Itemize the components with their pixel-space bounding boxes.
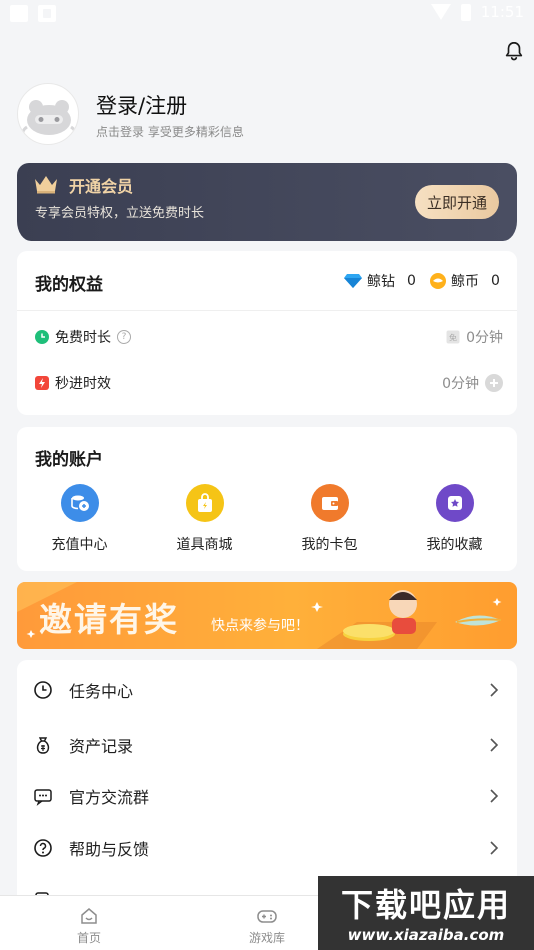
- diamond-icon: [344, 274, 362, 288]
- avatar[interactable]: [17, 83, 79, 145]
- recharge-label: 充值中心: [51, 537, 108, 553]
- free-time-row[interactable]: 免费时长 ? 免 0分钟: [35, 325, 503, 349]
- invite-banner[interactable]: 邀请有奖 快点来参与吧！: [17, 582, 517, 649]
- shop-bag-icon: [185, 484, 224, 522]
- home-icon: [81, 908, 97, 924]
- speed-row[interactable]: 秒进时效 0分钟: [35, 371, 503, 395]
- free-time-badge-icon: 免: [446, 330, 460, 344]
- tab-home[interactable]: 首页: [49, 906, 129, 946]
- asset-records-label: 资产记录: [69, 737, 134, 756]
- notification-icon: [10, 5, 28, 22]
- watermark: 下载吧应用 www.xiazaiba.com: [318, 876, 534, 950]
- free-time-label: 免费时长: [55, 330, 111, 346]
- diamond-stat[interactable]: 鲸钻 0: [343, 271, 416, 291]
- login-register-link[interactable]: 登录/注册: [96, 90, 187, 120]
- help-icon: [34, 839, 52, 857]
- favorites-label: 我的收藏: [426, 537, 483, 553]
- help-feedback-item[interactable]: 帮助与反馈: [17, 822, 517, 874]
- status-right: 11:51: [430, 3, 524, 21]
- card-wallet-button[interactable]: 我的卡包: [267, 484, 392, 554]
- tab-home-label: 首页: [76, 931, 101, 945]
- chevron-right-icon: [490, 841, 499, 855]
- invite-subtitle: 快点来参与吧！: [211, 618, 309, 634]
- favorites-button[interactable]: 我的收藏: [392, 484, 517, 554]
- benefits-title: 我的权益: [35, 275, 103, 295]
- task-center-item[interactable]: 任务中心: [17, 664, 517, 716]
- chat-icon: [34, 789, 52, 806]
- vip-membership-card[interactable]: 开通会员 专享会员特权，立送免费时长 立即开通: [17, 163, 517, 241]
- diamond-value: 0: [407, 273, 416, 289]
- account-card: 我的账户 充值中心 道具商城 我的卡包 我的收藏: [17, 427, 517, 571]
- question-icon[interactable]: ?: [117, 330, 131, 344]
- battery-icon: [460, 3, 471, 21]
- bell-icon[interactable]: [503, 40, 525, 62]
- divider: [17, 310, 517, 311]
- recharge-icon: [60, 484, 99, 522]
- coin-icon: [430, 273, 446, 289]
- item-shop-button[interactable]: 道具商城: [142, 484, 267, 554]
- add-icon[interactable]: [485, 374, 503, 392]
- chevron-right-icon: [490, 789, 499, 803]
- official-group-item[interactable]: 官方交流群: [17, 770, 517, 822]
- status-time: 11:51: [480, 3, 524, 21]
- tab-game-library-label: 游戏库: [248, 931, 285, 945]
- recharge-center-button[interactable]: 充值中心: [17, 484, 142, 554]
- vip-subtitle: 专享会员特权，立送免费时长: [35, 206, 205, 221]
- invite-title: 邀请有奖: [39, 600, 179, 639]
- money-bag-icon: [36, 737, 50, 754]
- vip-title: 开通会员: [69, 177, 134, 196]
- crown-icon: [35, 176, 57, 194]
- asset-records-item[interactable]: 资产记录: [17, 719, 517, 771]
- wallet-label: 我的卡包: [301, 537, 358, 553]
- clock-icon: [34, 681, 52, 699]
- notification-icon: [38, 5, 56, 22]
- watermark-url: www.xiazaiba.com: [347, 926, 505, 944]
- chevron-right-icon: [490, 738, 499, 752]
- watermark-title: 下载吧应用: [340, 886, 511, 924]
- account-title: 我的账户: [35, 450, 103, 470]
- task-center-label: 任务中心: [69, 682, 134, 701]
- chevron-right-icon: [490, 683, 499, 697]
- diamond-label: 鲸钻: [367, 274, 395, 290]
- clock-icon: [35, 330, 49, 344]
- coin-value: 0: [491, 273, 500, 289]
- status-notifications: [10, 5, 56, 22]
- gamepad-icon: [257, 910, 277, 923]
- benefits-card: 我的权益 鲸钻 0 鲸币 0 免费时长 ? 免 0分钟 秒进时效 0分钟: [17, 251, 517, 415]
- lightning-icon: [35, 376, 49, 390]
- open-vip-button[interactable]: 立即开通: [415, 185, 499, 219]
- coin-stat[interactable]: 鲸币 0: [429, 271, 500, 291]
- speed-label: 秒进时效: [55, 376, 111, 392]
- avatar-placeholder-icon: [21, 100, 77, 136]
- wallet-icon: [310, 484, 349, 522]
- tab-game-library[interactable]: 游戏库: [227, 906, 307, 946]
- login-subtitle: 点击登录 享受更多精彩信息: [96, 125, 244, 139]
- wifi-icon: [430, 4, 451, 20]
- shop-label: 道具商城: [176, 537, 233, 553]
- favorite-star-icon: [435, 484, 474, 522]
- official-group-label: 官方交流群: [69, 788, 150, 807]
- speed-value: 0分钟: [442, 376, 479, 392]
- free-time-value: 0分钟: [466, 330, 503, 346]
- coin-label: 鲸币: [451, 274, 479, 290]
- svg-text:免: 免: [449, 333, 457, 343]
- help-feedback-label: 帮助与反馈: [69, 840, 150, 859]
- status-bar: 11:51: [0, 0, 534, 28]
